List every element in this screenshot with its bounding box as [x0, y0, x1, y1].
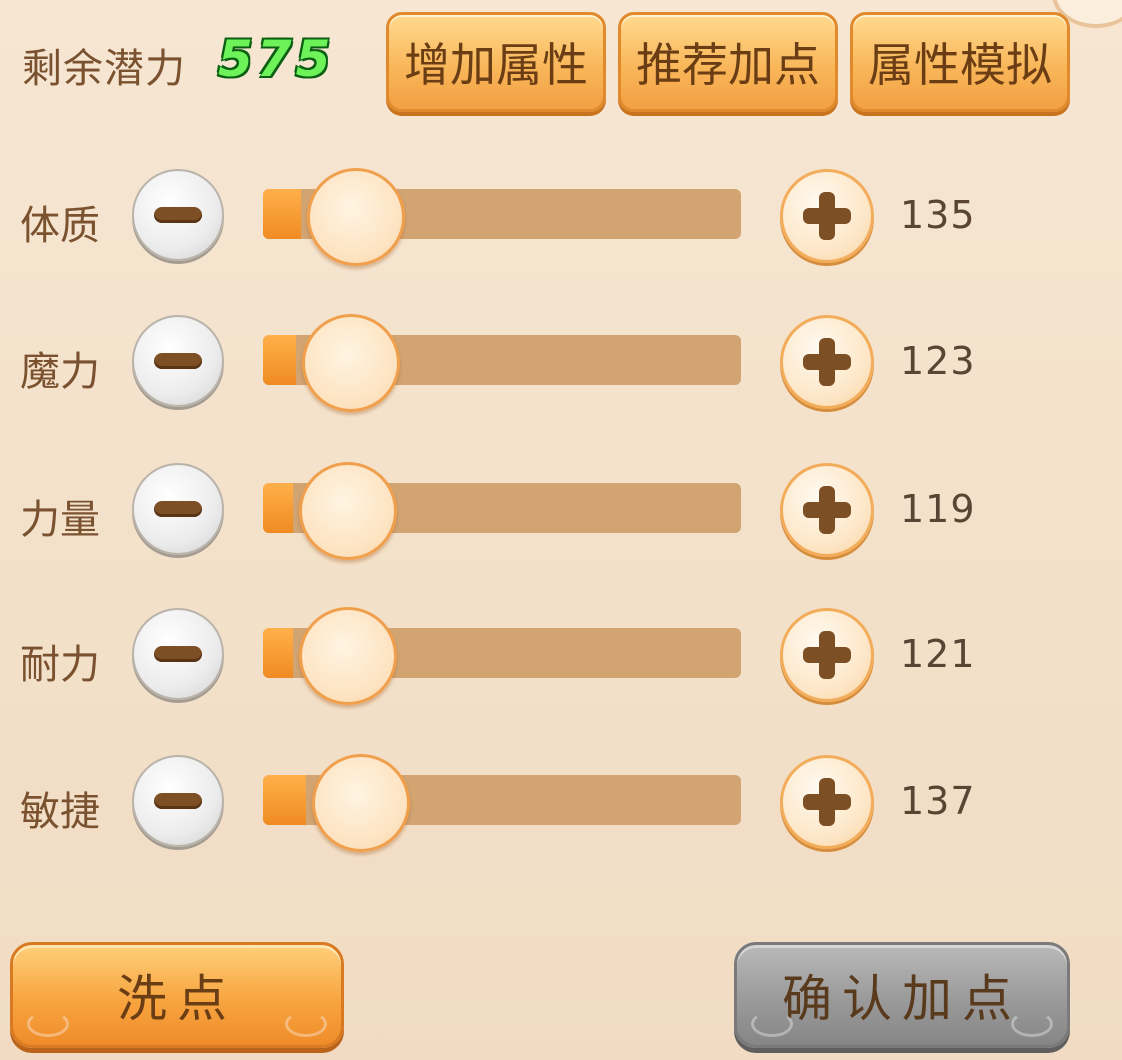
- increase-button[interactable]: [780, 169, 874, 263]
- slider-fill: [263, 189, 301, 239]
- increase-button[interactable]: [780, 608, 874, 702]
- slider-fill: [263, 775, 306, 825]
- stat-row-agility: 敏捷 137: [0, 751, 1122, 852]
- increase-button[interactable]: [780, 315, 874, 409]
- decrease-button[interactable]: [132, 755, 224, 847]
- stat-label: 敏捷: [20, 789, 100, 835]
- decrease-button[interactable]: [132, 608, 224, 700]
- minus-icon: [154, 646, 202, 662]
- confirm-points-label: 确认加点: [782, 970, 1022, 1028]
- minus-icon: [154, 501, 202, 517]
- stat-label: 力量: [20, 497, 100, 543]
- stat-label: 魔力: [20, 349, 100, 395]
- remaining-potential-label: 剩余潜力: [22, 46, 186, 92]
- stat-value: 135: [900, 193, 976, 237]
- decrease-button[interactable]: [132, 463, 224, 555]
- stat-value: 123: [900, 339, 976, 383]
- attribute-simulate-button[interactable]: 属性模拟: [850, 12, 1070, 112]
- slider-knob[interactable]: [302, 314, 400, 412]
- stat-row-endurance: 耐力 121: [0, 604, 1122, 705]
- reset-points-label: 洗点: [117, 970, 237, 1028]
- stat-label: 耐力: [20, 642, 100, 688]
- stat-row-magic: 魔力 123: [0, 311, 1122, 412]
- minus-icon: [154, 793, 202, 809]
- add-attribute-button[interactable]: 增加属性: [386, 12, 606, 112]
- stat-value: 121: [900, 632, 976, 676]
- slider-knob[interactable]: [312, 754, 410, 852]
- confirm-points-button[interactable]: 确认加点: [734, 942, 1070, 1048]
- swirl-ornament: [1011, 1011, 1053, 1037]
- slider-fill: [263, 628, 293, 678]
- swirl-ornament: [27, 1011, 69, 1037]
- increase-button[interactable]: [780, 463, 874, 557]
- slider-fill: [263, 335, 296, 385]
- decrease-button[interactable]: [132, 315, 224, 407]
- stat-value: 137: [900, 779, 976, 823]
- swirl-ornament: [751, 1011, 793, 1037]
- stat-row-strength: 力量 119: [0, 459, 1122, 560]
- reset-points-button[interactable]: 洗点: [10, 942, 344, 1048]
- increase-button[interactable]: [780, 755, 874, 849]
- slider-knob[interactable]: [307, 168, 405, 266]
- slider-knob[interactable]: [299, 607, 397, 705]
- stat-row-constitution: 体质 135: [0, 165, 1122, 266]
- swirl-ornament: [285, 1011, 327, 1037]
- stat-label: 体质: [20, 203, 100, 249]
- remaining-potential-value: 575: [218, 30, 335, 88]
- minus-icon: [154, 207, 202, 223]
- recommend-points-button[interactable]: 推荐加点: [618, 12, 838, 112]
- decrease-button[interactable]: [132, 169, 224, 261]
- attribute-panel: 剩余潜力 575 增加属性 推荐加点 属性模拟 体质 135 魔力 123 力量: [0, 0, 1122, 1060]
- stat-value: 119: [900, 487, 976, 531]
- minus-icon: [154, 353, 202, 369]
- slider-fill: [263, 483, 293, 533]
- slider-knob[interactable]: [299, 462, 397, 560]
